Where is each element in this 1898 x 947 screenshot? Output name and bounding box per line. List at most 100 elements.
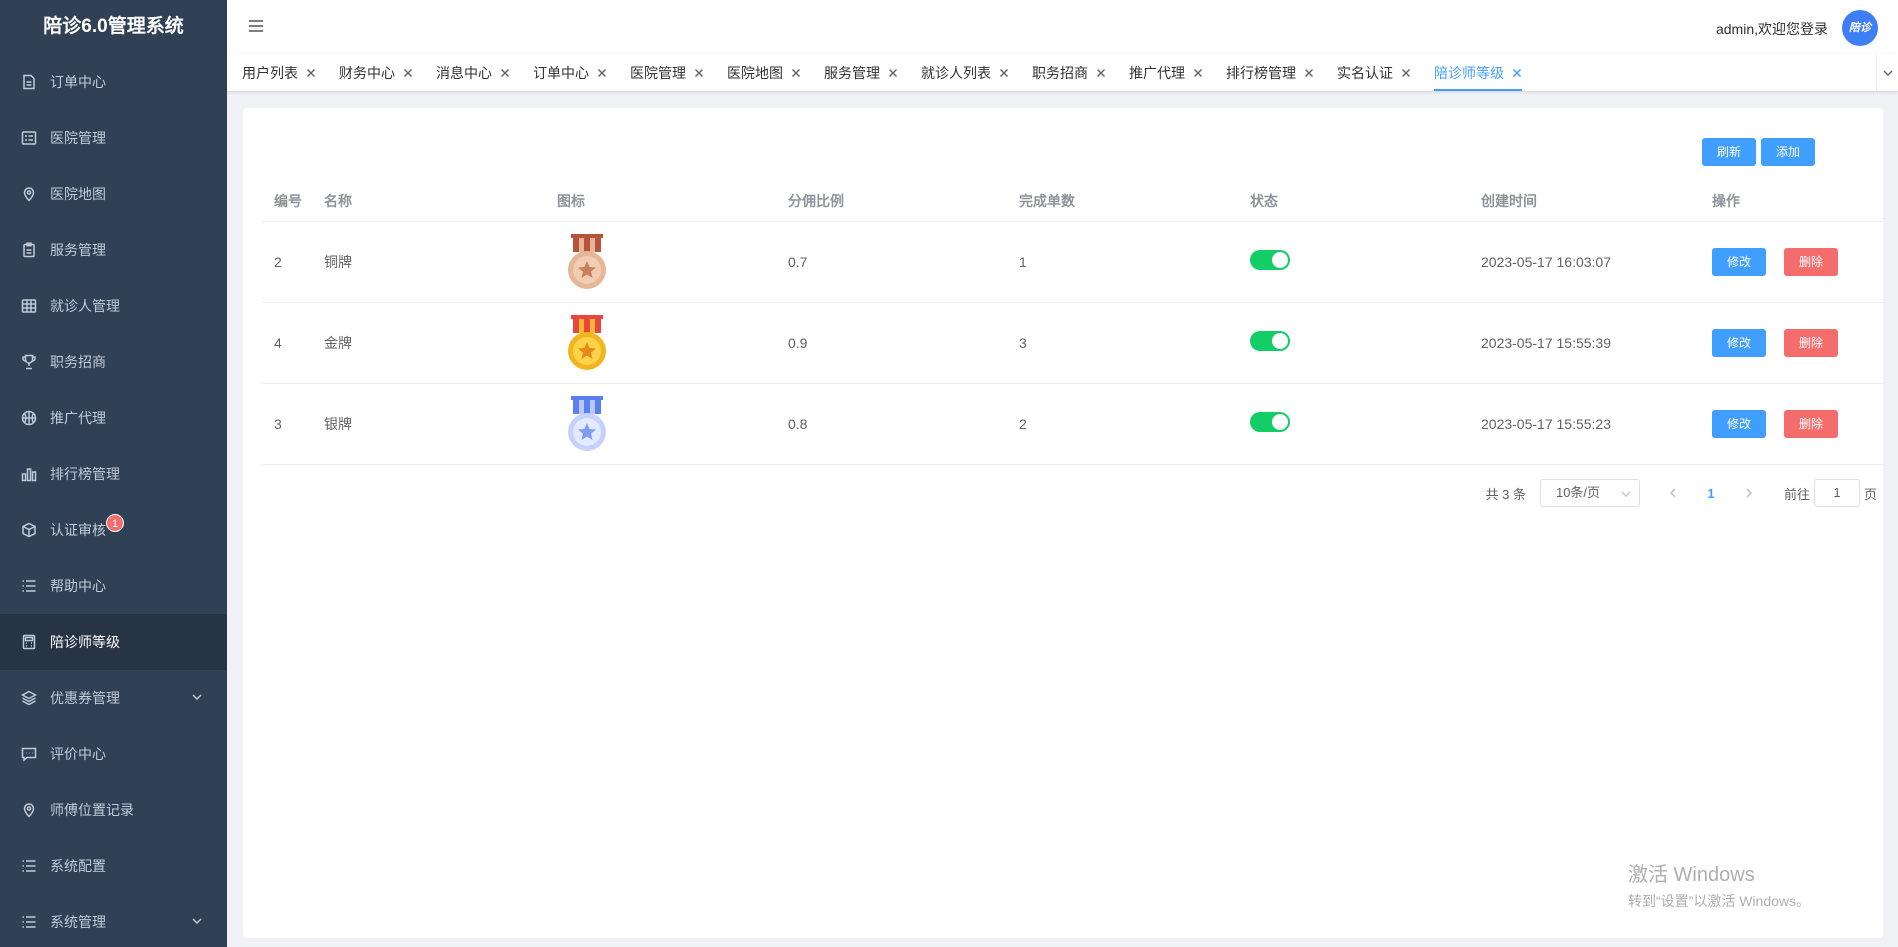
tab-6[interactable]: 服务管理 bbox=[824, 54, 898, 91]
sidebar-item-13[interactable]: 师傅位置记录 bbox=[0, 782, 227, 838]
close-icon[interactable] bbox=[597, 68, 607, 78]
tab-2[interactable]: 消息中心 bbox=[436, 54, 510, 91]
close-icon[interactable] bbox=[500, 68, 510, 78]
sidebar-item-12[interactable]: 评价中心 bbox=[0, 726, 227, 782]
tags-view: 用户列表 财务中心 消息中心 订单中心 医院管理 医院地图 服务管理 就诊人列表 职务招商 推广代… bbox=[227, 54, 1898, 92]
cell-name: 铜牌 bbox=[312, 221, 545, 303]
cell-count: 3 bbox=[1007, 302, 1238, 384]
sidebar-item-label: 认证审核 bbox=[50, 522, 106, 538]
delete-button[interactable]: 删除 bbox=[1784, 409, 1839, 438]
sidebar-item-6[interactable]: 推广代理 bbox=[0, 390, 227, 446]
cell-created: 2023-05-17 16:03:07 bbox=[1469, 221, 1700, 303]
sidebar: 陪诊6.0管理系统 订单中心医院管理医院地图服务管理就诊人管理职务招商推广代理排… bbox=[0, 0, 227, 947]
sidebar-item-2[interactable]: 医院地图 bbox=[0, 166, 227, 222]
close-icon[interactable] bbox=[1096, 68, 1106, 78]
close-icon[interactable] bbox=[888, 68, 898, 78]
close-icon[interactable] bbox=[694, 68, 704, 78]
watermark-line1: 激活 Windows bbox=[1628, 864, 1755, 886]
prev-page-button[interactable] bbox=[1658, 479, 1688, 507]
tab-8[interactable]: 职务招商 bbox=[1032, 54, 1106, 91]
close-icon[interactable] bbox=[403, 68, 413, 78]
trophy-icon bbox=[20, 353, 38, 371]
status-toggle[interactable] bbox=[1250, 250, 1290, 270]
sidebar-item-0[interactable]: 订单中心 bbox=[0, 54, 227, 110]
sidebar-item-label: 订单中心 bbox=[50, 74, 106, 90]
sidebar-item-7[interactable]: 排行榜管理 bbox=[0, 446, 227, 502]
tab-label: 职务招商 bbox=[1032, 64, 1088, 81]
page-size-value: 10条/页 bbox=[1555, 485, 1601, 500]
sidebar-item-9[interactable]: 帮助中心 bbox=[0, 558, 227, 614]
tab-12[interactable]: 陪诊师等级 bbox=[1434, 54, 1522, 91]
sidebar-item-14[interactable]: 系统配置 bbox=[0, 838, 227, 894]
sidebar-item-10[interactable]: 陪诊师等级 bbox=[0, 614, 227, 670]
bar-chart-icon bbox=[20, 465, 38, 483]
refresh-button[interactable]: 刷新 bbox=[1701, 138, 1756, 166]
cell-id: 3 bbox=[262, 383, 312, 465]
sidebar-item-label: 服务管理 bbox=[50, 242, 106, 258]
table-body: 2 铜牌 0.7 1 2023-05-17 16:03:07 修改 删除 4 金牌 0.9 3 202… bbox=[262, 221, 1883, 465]
chevron-down-icon bbox=[1621, 491, 1631, 497]
welcome-text: admin,欢迎您登录 bbox=[1715, 21, 1828, 37]
sidebar-item-label: 职务招商 bbox=[50, 354, 106, 370]
top-header: admin,欢迎您登录 陪诊 bbox=[227, 0, 1898, 54]
tags-scroll-button[interactable] bbox=[1876, 54, 1898, 91]
calculator-icon bbox=[20, 633, 38, 651]
avatar[interactable]: 陪诊 bbox=[1842, 10, 1878, 46]
tab-3[interactable]: 订单中心 bbox=[533, 54, 607, 91]
tab-5[interactable]: 医院地图 bbox=[727, 54, 801, 91]
delete-button[interactable]: 删除 bbox=[1784, 247, 1839, 276]
cell-ratio: 0.7 bbox=[776, 221, 1007, 303]
page-size-select[interactable]: 10条/页 bbox=[1539, 479, 1640, 507]
cell-status bbox=[1238, 383, 1469, 465]
app-title: 陪诊6.0管理系统 bbox=[43, 16, 184, 37]
next-page-button[interactable] bbox=[1734, 479, 1764, 507]
grid-icon bbox=[20, 297, 38, 315]
cell-count: 2 bbox=[1007, 383, 1238, 465]
cell-actions: 修改 删除 bbox=[1700, 383, 1883, 465]
close-icon[interactable] bbox=[1304, 68, 1314, 78]
delete-button[interactable]: 删除 bbox=[1784, 328, 1839, 357]
cell-status bbox=[1238, 302, 1469, 384]
cell-ratio: 0.9 bbox=[776, 302, 1007, 384]
close-icon[interactable] bbox=[306, 68, 316, 78]
page-suffix: 页 bbox=[1863, 486, 1877, 502]
sidebar-item-11[interactable]: 优惠券管理 bbox=[0, 670, 227, 726]
menu-icon bbox=[20, 577, 38, 595]
sidebar-item-label: 医院地图 bbox=[50, 186, 106, 202]
cell-created: 2023-05-17 15:55:39 bbox=[1469, 302, 1700, 384]
edit-button[interactable]: 修改 bbox=[1712, 328, 1767, 357]
status-toggle[interactable] bbox=[1250, 412, 1290, 432]
close-icon[interactable] bbox=[999, 68, 1009, 78]
close-icon[interactable] bbox=[1512, 68, 1522, 78]
tab-7[interactable]: 就诊人列表 bbox=[921, 54, 1009, 91]
edit-button[interactable]: 修改 bbox=[1712, 247, 1767, 276]
tab-11[interactable]: 实名认证 bbox=[1337, 54, 1411, 91]
status-toggle[interactable] bbox=[1250, 331, 1290, 351]
list-icon bbox=[20, 129, 38, 147]
page-number-current[interactable]: 1 bbox=[1696, 486, 1726, 501]
tab-1[interactable]: 财务中心 bbox=[339, 54, 413, 91]
tab-0[interactable]: 用户列表 bbox=[242, 54, 316, 91]
basketball-icon bbox=[20, 409, 38, 427]
close-icon[interactable] bbox=[791, 68, 801, 78]
close-icon[interactable] bbox=[1401, 68, 1411, 78]
edit-button[interactable]: 修改 bbox=[1712, 409, 1767, 438]
goto-page-input[interactable]: 1 bbox=[1813, 479, 1860, 507]
add-button[interactable]: 添加 bbox=[1760, 138, 1815, 166]
silver-medal-icon bbox=[557, 394, 776, 454]
tab-9[interactable]: 推广代理 bbox=[1129, 54, 1203, 91]
sidebar-item-5[interactable]: 职务招商 bbox=[0, 334, 227, 390]
cell-id: 4 bbox=[262, 302, 312, 384]
goto-label: 前往 bbox=[1783, 486, 1810, 502]
sidebar-item-8[interactable]: 认证审核 1 bbox=[0, 502, 227, 558]
tab-label: 陪诊师等级 bbox=[1434, 64, 1504, 81]
tab-4[interactable]: 医院管理 bbox=[630, 54, 704, 91]
sidebar-item-4[interactable]: 就诊人管理 bbox=[0, 278, 227, 334]
cell-id: 2 bbox=[262, 221, 312, 303]
sidebar-item-1[interactable]: 医院管理 bbox=[0, 110, 227, 166]
close-icon[interactable] bbox=[1193, 68, 1203, 78]
hamburger-icon[interactable] bbox=[247, 17, 267, 37]
tab-10[interactable]: 排行榜管理 bbox=[1226, 54, 1314, 91]
sidebar-item-15[interactable]: 系统管理 bbox=[0, 894, 227, 947]
sidebar-item-3[interactable]: 服务管理 bbox=[0, 222, 227, 278]
